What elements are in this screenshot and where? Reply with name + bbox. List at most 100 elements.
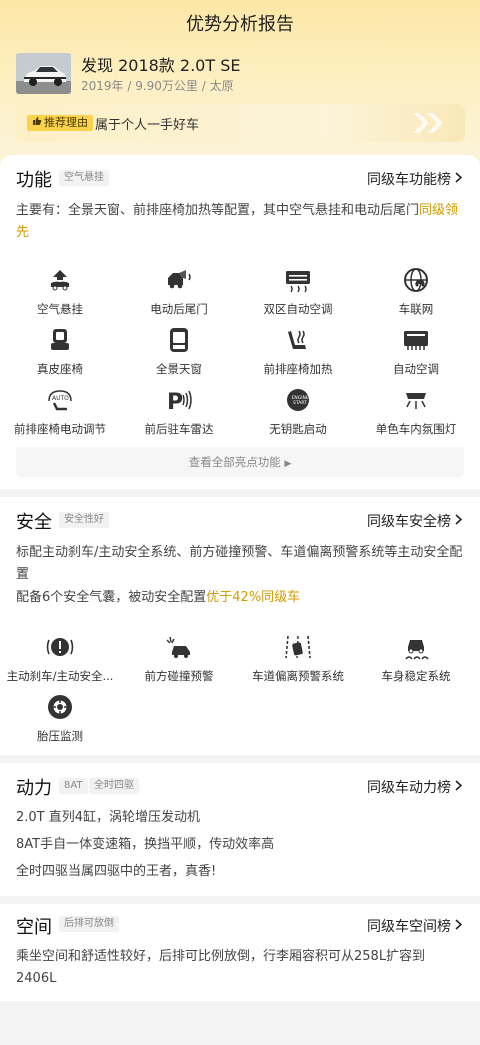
- connected-car-icon: [401, 265, 431, 295]
- safety-section: 安全 安全性好 同级车安全榜 标配主动刹车/主动安全系统、前方碰撞预警、车道偏离…: [0, 497, 480, 755]
- car-thumbnail: [16, 53, 71, 94]
- feature-label: 胎压监测: [37, 729, 83, 743]
- power-tag-drivetrain: 全时四驱: [89, 778, 139, 794]
- dual-zone-ac-icon: [283, 265, 313, 295]
- feature-item[interactable]: 车身稳定系统: [361, 632, 471, 684]
- feature-label: 前排座椅加热: [263, 362, 333, 376]
- safety-tag: 安全性好: [59, 512, 109, 528]
- section-title-space: 空间: [16, 917, 52, 938]
- feature-label: 双区自动空调: [263, 302, 333, 316]
- recommend-badge-label: 推荐理由: [44, 116, 88, 129]
- feature-label: 单色车内氛围灯: [375, 422, 457, 436]
- feature-item[interactable]: 全景天窗: [124, 325, 234, 377]
- feature-label: 无钥匙启动: [269, 422, 327, 436]
- space-section: 空间 后排可放倒 同级车空间榜 乘坐空间和舒适性较好，后排可比例放倒，行李厢容积…: [0, 904, 480, 1001]
- section-title-safety: 安全: [16, 512, 52, 533]
- space-rank-link[interactable]: 同级车空间榜: [367, 916, 463, 936]
- power-tailgate-icon: [164, 265, 194, 295]
- function-tag: 空气悬挂: [59, 170, 109, 186]
- feature-item[interactable]: AUTO 前排座椅电动调节: [5, 385, 115, 437]
- feature-item[interactable]: 双区自动空调: [243, 265, 353, 317]
- feature-label: 车道偏离预警系统: [252, 669, 344, 683]
- feature-item[interactable]: ENGINE START 无钥匙启动: [243, 385, 353, 437]
- feature-label: 空气悬挂: [37, 302, 83, 316]
- chevron-right-icon: [455, 918, 463, 934]
- feature-item[interactable]: 自动空调: [361, 325, 471, 377]
- power-tag-transmission: 8AT: [59, 778, 88, 794]
- lane-departure-icon: [283, 632, 313, 662]
- space-rank-label: 同级车空间榜: [367, 919, 451, 935]
- power-line-engine: 2.0T 直列4缸，涡轮增压发动机: [16, 810, 201, 825]
- feature-item[interactable]: 前排座椅加热: [243, 325, 353, 377]
- air-suspension-icon: [45, 265, 75, 295]
- tire-pressure-icon: [45, 692, 75, 722]
- stability-control-icon: [401, 632, 431, 662]
- feature-label: 前后驻车雷达: [144, 422, 214, 436]
- seat-heating-icon: [283, 325, 313, 355]
- recommend-reason-bar: 推荐理由 属于个人一手好车: [16, 104, 465, 142]
- safety-description-passive: 配备6个安全气囊，被动安全配置优于42%同级车: [16, 587, 464, 609]
- feature-item[interactable]: 单色车内氛围灯: [361, 385, 471, 437]
- chevron-right-icon: [455, 171, 463, 187]
- function-description: 主要有：全景天窗、前排座椅加热等配置，其中空气悬挂和电动后尾门同级领先: [16, 200, 464, 244]
- ambient-light-icon: [401, 385, 431, 415]
- chevron-right-icon: [455, 779, 463, 795]
- space-description: 乘坐空间和舒适性较好，后排可比例放倒，行李厢容积可从258L扩容到2406L: [16, 949, 426, 986]
- safety-rank-label: 同级车安全榜: [367, 514, 451, 530]
- feature-item[interactable]: 车联网: [361, 265, 471, 317]
- feature-item[interactable]: 车道偏离预警系统: [243, 632, 353, 684]
- feature-item[interactable]: 主动刹车/主动安全...: [5, 632, 115, 684]
- caret-right-icon: ▶: [284, 459, 292, 469]
- svg-text:P: P: [167, 390, 183, 413]
- svg-text:START: START: [293, 400, 307, 406]
- view-all-features-label: 查看全部亮点功能: [188, 455, 281, 469]
- power-rank-label: 同级车动力榜: [367, 780, 451, 796]
- function-rank-link[interactable]: 同级车功能榜: [367, 169, 463, 189]
- collision-warning-icon: [164, 632, 194, 662]
- function-section: 功能 空气悬挂 同级车功能榜 主要有：全景天窗、前排座椅加热等配置，其中空气悬挂…: [0, 155, 480, 489]
- leather-seat-icon: [45, 325, 75, 355]
- feature-item[interactable]: P 前后驻车雷达: [124, 385, 234, 437]
- chevron-right-icon: [455, 513, 463, 529]
- section-title-power: 动力: [16, 778, 52, 799]
- view-all-features-button[interactable]: 查看全部亮点功能 ▶: [16, 447, 464, 477]
- safety-desc2-highlight: 优于42%同级车: [206, 590, 301, 605]
- safety-rank-link[interactable]: 同级车安全榜: [367, 511, 463, 531]
- power-rank-link[interactable]: 同级车动力榜: [367, 777, 463, 797]
- recommend-reason-text: 属于个人一手好车: [95, 118, 200, 133]
- svg-text:AUTO: AUTO: [52, 395, 69, 402]
- section-title-function: 功能: [16, 170, 52, 191]
- feature-label: 主动刹车/主动安全...: [6, 669, 114, 683]
- power-section: 动力 8AT 全时四驱 同级车动力榜 2.0T 直列4缸，涡轮增压发动机 8AT…: [0, 763, 480, 896]
- safety-description-active: 标配主动刹车/主动安全系统、前方碰撞预警、车道偏离预警系统等主动安全配置: [16, 545, 463, 582]
- power-line-drivetrain: 全时四驱当属四驱中的王者，真香!: [16, 864, 217, 879]
- feature-item[interactable]: 电动后尾门: [124, 265, 234, 317]
- function-desc-main: 主要有：全景天窗、前排座椅加热等配置，其中空气悬挂和电动后尾门: [16, 203, 420, 218]
- thumbs-up-icon: [32, 115, 42, 131]
- active-brake-icon: [45, 632, 75, 662]
- feature-item[interactable]: 真皮座椅: [5, 325, 115, 377]
- keyless-start-icon: ENGINE START: [283, 385, 313, 415]
- feature-item[interactable]: 胎压监测: [5, 692, 115, 744]
- feature-label: 自动空调: [393, 362, 439, 376]
- feature-label: 车身稳定系统: [381, 669, 451, 683]
- power-seat-icon: AUTO: [45, 385, 75, 415]
- page-title: 优势分析报告: [186, 14, 294, 35]
- feature-label: 全景天窗: [156, 362, 202, 376]
- function-rank-label: 同级车功能榜: [367, 172, 451, 188]
- power-line-transmission: 8AT手自一体变速箱，换挡平顺，传动效率高: [16, 837, 275, 852]
- feature-label: 前排座椅电动调节: [14, 422, 106, 436]
- feature-item[interactable]: 前方碰撞预警: [124, 632, 234, 684]
- safety-desc2-main: 配备6个安全气囊，被动安全配置: [16, 590, 207, 605]
- feature-label: 车联网: [398, 302, 434, 316]
- feature-item[interactable]: 空气悬挂: [5, 265, 115, 317]
- car-meta: 2019年 / 9.90万公里 / 太原: [81, 79, 234, 93]
- space-tag: 后排可放倒: [59, 916, 119, 932]
- recommend-badge: 推荐理由: [27, 115, 93, 131]
- panoramic-sunroof-icon: [164, 325, 194, 355]
- feature-label: 前方碰撞预警: [144, 669, 214, 683]
- car-name: 发现 2018款 2.0T SE: [81, 56, 241, 75]
- auto-ac-icon: [401, 325, 431, 355]
- chevron-decor-icon: [409, 110, 453, 140]
- parking-radar-icon: P: [164, 385, 194, 415]
